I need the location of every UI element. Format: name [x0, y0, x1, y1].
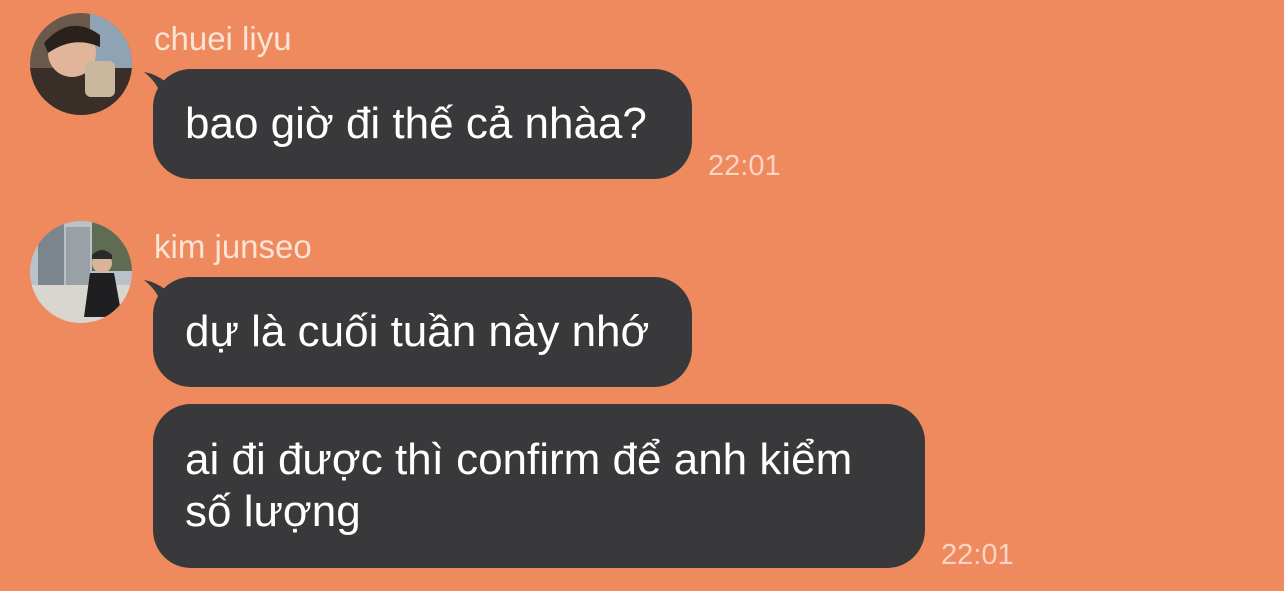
message-time: 22:01: [708, 150, 781, 182]
message-bubble[interactable]: dự là cuối tuần này nhớ: [153, 277, 692, 387]
message-text: ai đi được thì confirm để anh kiểm số lư…: [185, 435, 853, 536]
avatar-kim-junseo[interactable]: [30, 221, 132, 323]
message-text: dự là cuối tuần này nhớ: [185, 307, 650, 356]
sender-name: chuei liyu: [154, 20, 292, 57]
message-text: bao giờ đi thế cả nhàa?: [185, 99, 647, 148]
avatar-chuei-liyu[interactable]: [30, 13, 132, 115]
sender-name: kim junseo: [154, 228, 312, 265]
message-bubble[interactable]: bao giờ đi thế cả nhàa?: [153, 69, 692, 179]
message-bubble[interactable]: ai đi được thì confirm để anh kiểm số lư…: [153, 404, 925, 568]
user-avatar-icon: [30, 13, 132, 115]
user-avatar-icon: [30, 221, 132, 323]
message-time: 22:01: [941, 539, 1014, 571]
